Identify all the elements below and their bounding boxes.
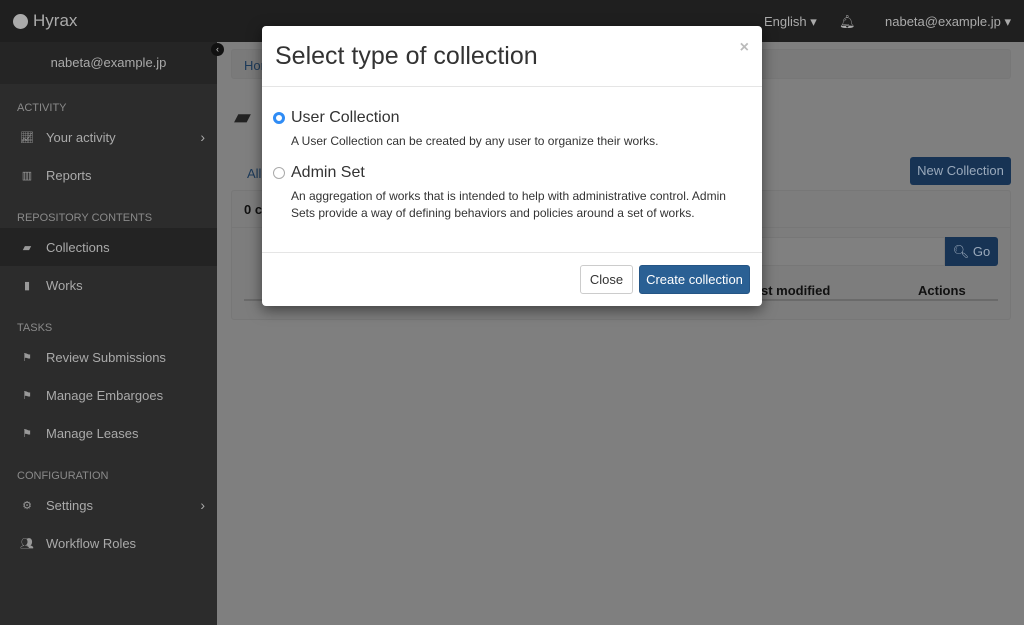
col-last-modified[interactable]: st modified [761,283,830,298]
sidebar-item-settings[interactable]: ⚙ Settings › [0,486,217,524]
section-tasks: TASKS [17,322,53,334]
notifications-bell-icon[interactable]: 🔔︎ [839,14,856,30]
globe-icon [13,13,28,29]
brand-logo[interactable]: Hyrax [13,11,77,31]
create-collection-button[interactable]: Create collection [639,265,750,294]
sidebar-item-manage-leases[interactable]: ⚑ Manage Leases [0,414,217,452]
folder-open-icon: ▰ [22,241,32,254]
sidebar-item-works[interactable]: ▮ Works [0,266,217,304]
col-actions: Actions [918,283,966,298]
go-label: Go [972,244,991,259]
label: Manage Leases [46,425,139,441]
label: Settings [46,497,93,513]
user-collection-description: A User Collection can be created by any … [291,134,659,148]
flag-icon: ⚑ [22,427,32,440]
flag-icon: ⚑ [22,389,32,402]
chevron-right-icon: › [200,129,205,145]
search-input[interactable] [757,237,945,266]
label: Works [46,277,83,293]
label: Your activity [46,129,116,145]
select-collection-type-modal: Select type of collection × User Collect… [262,26,762,306]
option-label: Admin Set [291,164,365,181]
sidebar-item-manage-embargoes[interactable]: ⚑ Manage Embargoes [0,376,217,414]
brand-name: Hyrax [33,11,78,30]
sidebar: nabeta@example.jp ACTIVITY 📈︎ Your activi… [0,42,217,625]
users-icon: 👥︎ [20,537,34,550]
sidebar-item-collections[interactable]: ▰ Collections [0,228,217,266]
label: Manage Embargoes [46,387,164,403]
admin-set-description: An aggregation of works that is intended… [291,189,726,220]
tab-all[interactable]: All [247,166,261,181]
section-configuration: CONFIGURATION [17,470,109,482]
sidebar-item-workflow-roles[interactable]: 👥︎ Workflow Roles [0,524,217,562]
label: Collections [46,239,110,255]
search-icon: 🔍︎ [952,244,970,259]
line-chart-icon: 📈︎ [20,131,34,144]
section-activity: ACTIVITY [17,102,67,114]
gear-icon: ⚙ [22,499,32,512]
section-repository: REPOSITORY CONTENTS [17,212,153,224]
new-collection-button[interactable]: New Collection [910,157,1011,185]
modal-title: Select type of collection [275,42,538,70]
sidebar-user: nabeta@example.jp [0,42,217,84]
user-menu-label: nabeta@example.jp [885,14,1001,29]
radio-user-collection[interactable]: User Collection [273,109,399,127]
radio-selected[interactable] [273,112,285,124]
chevron-right-icon: › [200,497,205,513]
flag-icon: ⚑ [22,351,32,364]
label: Workflow Roles [46,535,137,551]
bar-chart-icon: ▥ [21,169,33,182]
user-icon: ▾ [1004,14,1011,29]
go-button[interactable]: 🔍︎ Go [945,237,998,266]
radio-unselected[interactable] [273,167,285,179]
option-label: User Collection [291,109,400,126]
sidebar-item-review-submissions[interactable]: ⚑ Review Submissions [0,338,217,376]
sidebar-item-reports[interactable]: ▥ Reports [0,156,217,194]
label: Reports [46,167,92,183]
label: Review Submissions [46,349,166,365]
language-dropdown[interactable]: English ▾ [764,14,817,30]
folder-open-icon: ▰ [234,104,251,129]
sidebar-item-your-activity[interactable]: 📈︎ Your activity › [0,118,217,156]
file-icon: ▮ [23,279,31,292]
user-menu[interactable]: nabeta@example.jp ▾ [885,14,1011,30]
collection-count: 0 c [244,202,263,217]
close-button[interactable]: Close [580,265,633,294]
radio-admin-set[interactable]: Admin Set [273,164,365,182]
close-icon[interactable]: × [740,39,749,57]
